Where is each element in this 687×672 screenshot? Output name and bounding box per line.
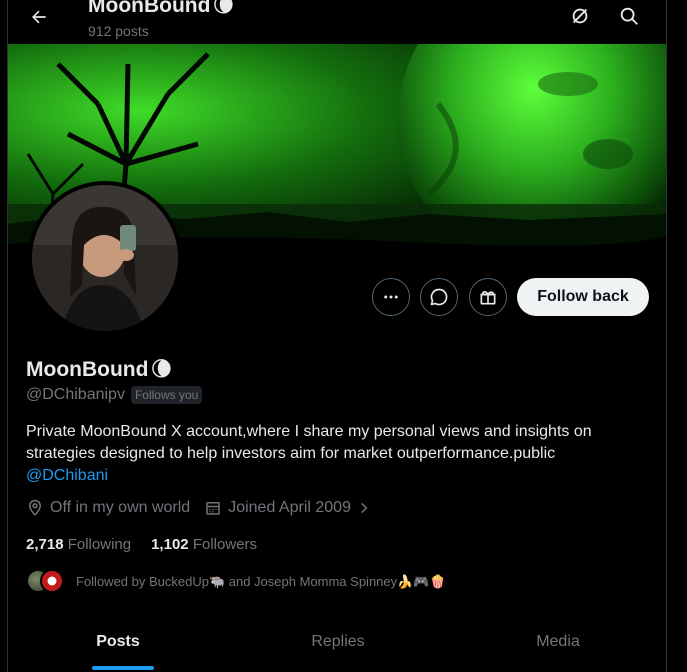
more-icon [384,295,398,299]
followers-label: Followers [192,536,257,553]
gift-icon [480,291,496,305]
followed-by-row[interactable]: Followed by BuckedUp🐃 and Joseph Momma S… [26,569,446,595]
handle-row: @DChibanipv Follows you [26,386,203,404]
active-tab-indicator [92,666,154,670]
tab-replies[interactable]: Replies [228,612,448,672]
profile-avatar[interactable] [28,181,182,335]
avatar-image [32,185,178,331]
following-link[interactable]: 2,718 Following [26,536,131,553]
profile-meta: Off in my own world Joined April 2009 [26,499,385,517]
search-icon [620,7,638,25]
more-button[interactable] [372,278,410,316]
calendar-icon [206,502,220,515]
header-title-text: MoonBound [88,0,211,17]
header-post-count: 912 posts [88,23,149,39]
profile-name-emoji: 🌘 [150,358,173,381]
gift-button[interactable] [469,278,507,316]
search-button[interactable] [615,2,643,30]
location-text: Off in my own world [50,499,191,516]
profile-bio: Private MoonBound X account,where I shar… [26,421,646,487]
back-arrow-icon [32,10,46,24]
mini-avatar [40,569,64,593]
follow-back-button[interactable]: Follow back [517,278,649,316]
grok-icon [572,8,588,24]
follow-counts: 2,718 Following 1,102 Followers [26,536,257,553]
message-icon [430,288,448,306]
following-count: 2,718 [26,536,64,553]
tab-posts[interactable]: Posts [8,612,228,672]
followers-link[interactable]: 1,102 Followers [151,536,257,553]
profile-header-bar: MoonBound 🌘 912 posts [8,0,666,44]
followers-count: 1,102 [151,536,189,553]
profile-name: MoonBound 🌘 [26,357,172,382]
followed-by-text: Followed by BuckedUp🐃 and Joseph Momma S… [76,574,446,589]
tab-media[interactable]: Media [448,612,666,672]
grok-button[interactable] [566,2,594,30]
location-item: Off in my own world [26,499,190,517]
location-icon [28,499,42,516]
chevron-right-icon [361,502,368,514]
profile-tabs: Posts Replies Media [8,612,666,672]
following-label: Following [67,536,132,553]
back-button[interactable] [22,0,56,34]
joined-text: Joined April 2009 [228,499,351,516]
profile-column: MoonBound 🌘 912 posts Follow back MoonBo… [7,0,667,672]
profile-name-text: MoonBound [26,357,149,381]
header-title: MoonBound 🌘 [88,0,234,18]
header-moon-emoji: 🌘 [212,0,235,17]
bio-mention-link[interactable]: @DChibani [26,465,646,487]
message-button[interactable] [420,278,458,316]
followed-by-avatars [26,569,66,595]
follows-you-badge: Follows you [130,386,203,404]
joined-item[interactable]: Joined April 2009 [204,499,371,517]
profile-handle: @DChibanipv [26,386,125,403]
bio-text: Private MoonBound X account,where I shar… [26,423,592,462]
